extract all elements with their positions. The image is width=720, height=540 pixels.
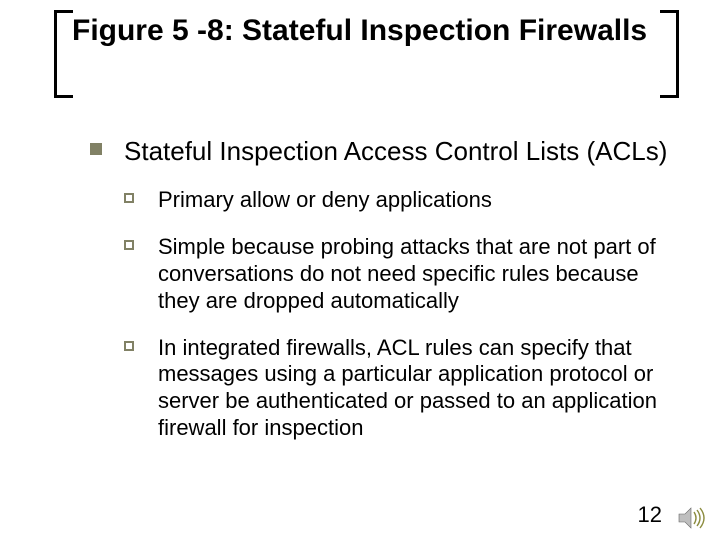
title-bracket-left-icon <box>54 10 73 98</box>
slide: Figure 5 -8: Stateful Inspection Firewal… <box>0 0 720 540</box>
bullet-level2-text: Primary allow or deny applications <box>158 187 670 214</box>
title-bracket-right-icon <box>660 10 679 98</box>
bullet-level2: In integrated firewalls, ACL rules can s… <box>124 335 670 442</box>
bullet-level2: Primary allow or deny applications <box>124 187 670 214</box>
hollow-square-bullet-icon <box>124 193 134 203</box>
hollow-square-bullet-icon <box>124 341 134 351</box>
title-container: Figure 5 -8: Stateful Inspection Firewal… <box>72 14 662 49</box>
square-bullet-icon <box>90 143 102 155</box>
bullet-level2-text: In integrated firewalls, ACL rules can s… <box>158 335 670 442</box>
bullet-level1-text: Stateful Inspection Access Control Lists… <box>124 136 670 167</box>
body-content: Stateful Inspection Access Control Lists… <box>90 136 670 448</box>
slide-title: Figure 5 -8: Stateful Inspection Firewal… <box>72 14 662 49</box>
hollow-square-bullet-icon <box>124 240 134 250</box>
bullet-level1: Stateful Inspection Access Control Lists… <box>90 136 670 167</box>
bullet-level2: Simple because probing attacks that are … <box>124 234 670 314</box>
page-number: 12 <box>638 502 662 528</box>
speaker-icon[interactable] <box>678 506 706 530</box>
bullet-level2-text: Simple because probing attacks that are … <box>158 234 670 314</box>
